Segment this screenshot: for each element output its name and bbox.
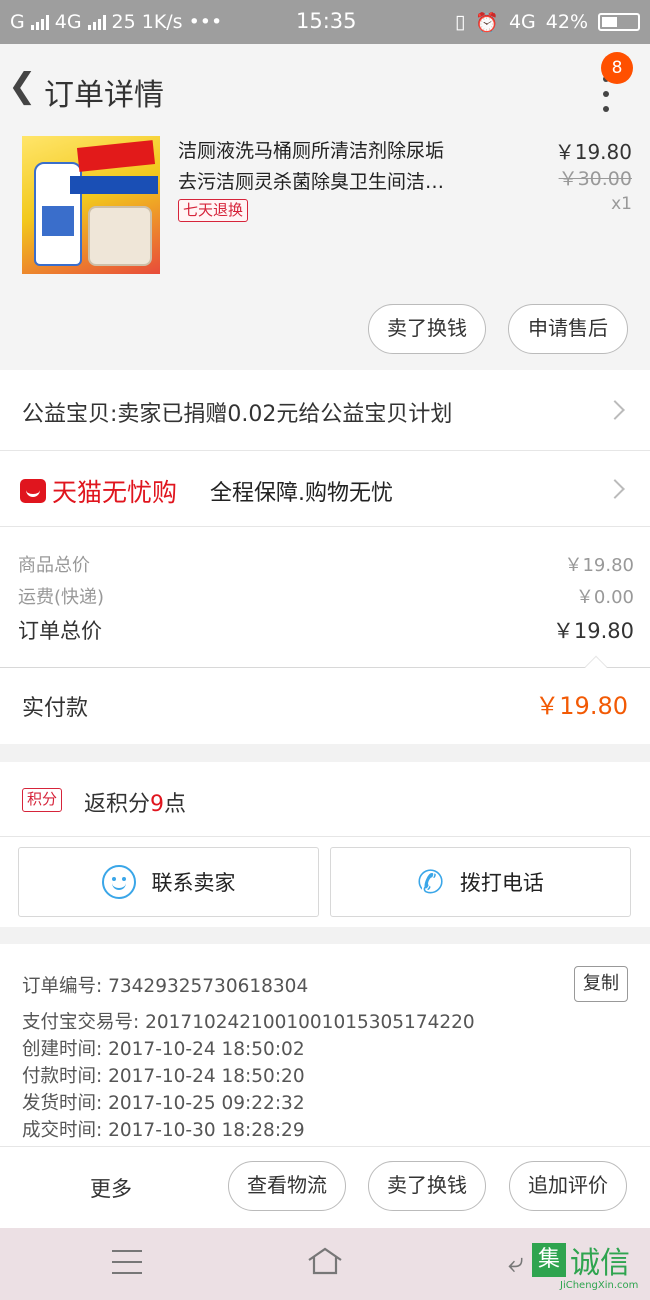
product-image[interactable] — [22, 136, 160, 274]
tmall-logo: 天猫无忧购 — [20, 473, 177, 509]
shipping-value: ￥0.00 — [575, 587, 634, 608]
after-sale-button[interactable]: 申请售后 — [508, 304, 628, 354]
actual-payment-value: ￥19.80 — [535, 692, 628, 720]
speed-label: 25 — [111, 11, 136, 33]
created-time: 创建时间: 2017-10-24 18:50:02 — [22, 1039, 305, 1060]
order-info: 订单编号: 73429325730618304 复制 支付宝交易号: 20171… — [0, 944, 650, 1146]
phone-icon: ✆ — [417, 863, 444, 901]
network-label: 4G — [54, 11, 82, 33]
status-bar: G 4G 25 1K/s ••• 15:35 ▯ ⏰ 4G 42% — [0, 0, 650, 44]
charity-text: 公益宝贝:卖家已捐赠0.02元给公益宝贝计划 — [22, 402, 453, 427]
product-quantity: x1 — [611, 194, 632, 214]
home-icon[interactable] — [306, 1246, 344, 1276]
points-badge: 积分 — [22, 788, 63, 812]
back-icon[interactable]: ❮ — [8, 66, 37, 106]
network-label-2: 4G — [508, 11, 536, 33]
goods-total-label: 商品总价 — [18, 555, 90, 576]
charity-row[interactable]: 公益宝贝:卖家已捐赠0.02元给公益宝贝计划 — [0, 370, 650, 450]
tmall-guarantee-row[interactable]: 天猫无忧购 全程保障.购物无忧 — [0, 451, 650, 526]
clock: 15:35 — [296, 9, 357, 33]
contact-row: 联系卖家 ✆ 拨打电话 — [0, 837, 650, 927]
shipping-label: 运费(快递) — [18, 587, 105, 608]
return-policy-badge: 七天退换 — [178, 199, 249, 222]
add-review-button[interactable]: 追加评价 — [509, 1161, 627, 1211]
resell-button-bottom[interactable]: 卖了换钱 — [368, 1161, 486, 1211]
chevron-right-icon — [605, 400, 625, 420]
more-status-icon: ••• — [188, 11, 223, 33]
tmall-icon — [20, 479, 46, 503]
product-original-price: ￥30.00 — [558, 168, 632, 190]
watermark-url: JiChengXin.com — [560, 1280, 639, 1291]
notification-badge: 8 — [601, 52, 633, 84]
bottom-action-bar: 更多 查看物流 卖了换钱 追加评价 — [0, 1146, 650, 1228]
signal-icon — [30, 14, 49, 30]
actual-payment-row: 实付款 ￥19.80 — [0, 655, 650, 744]
product-card[interactable]: 洁厕液洗马桶厕所清洁剂除尿垢 去污洁厕灵杀菌除臭卫生间洁… 七天退换 ￥19.8… — [0, 132, 650, 370]
battery-icon — [598, 13, 640, 31]
carrier-label: G — [10, 11, 25, 33]
signal-icon-2 — [87, 14, 106, 30]
points-row: 积分 返积分9点 — [0, 762, 650, 836]
points-text: 返积分9点 — [84, 792, 187, 817]
completed-time: 成交时间: 2017-10-30 18:28:29 — [22, 1120, 305, 1141]
chat-icon — [101, 865, 136, 899]
product-name[interactable]: 洁厕液洗马桶厕所清洁剂除尿垢 去污洁厕灵杀菌除臭卫生间洁… — [178, 136, 508, 198]
menu-icon[interactable] — [112, 1250, 142, 1274]
call-button[interactable]: ✆ 拨打电话 — [330, 847, 631, 917]
product-price: ￥19.80 — [554, 140, 632, 164]
page-title: 订单详情 — [44, 78, 164, 113]
goods-total-value: ￥19.80 — [564, 555, 634, 576]
shipped-time: 发货时间: 2017-10-25 09:22:32 — [22, 1093, 305, 1114]
battery-percent: 42% — [545, 11, 588, 33]
chevron-right-icon — [605, 479, 625, 499]
tmall-slogan: 全程保障.购物无忧 — [210, 481, 393, 506]
resell-button[interactable]: 卖了换钱 — [368, 304, 486, 354]
vibrate-icon: ▯ — [454, 11, 466, 33]
price-summary: 商品总价 ￥19.80 运费(快递) ￥0.00 订单总价 ￥19.80 — [0, 527, 650, 667]
copy-button[interactable]: 复制 — [574, 966, 628, 1002]
alarm-icon: ⏰ — [475, 11, 499, 34]
rate-label: 1K/s — [141, 11, 183, 33]
order-total-label: 订单总价 — [18, 619, 102, 643]
paid-time: 付款时间: 2017-10-24 18:50:20 — [22, 1066, 305, 1087]
order-number: 订单编号: 73429325730618304 — [22, 976, 309, 997]
nav-back-icon[interactable]: ⤶ — [508, 1246, 524, 1280]
system-nav-bar: ⤶ 集 诚信 JiChengXin.com — [0, 1228, 650, 1300]
alipay-trade-number: 支付宝交易号: 2017102421001001015305174220 — [22, 1012, 475, 1033]
actual-payment-label: 实付款 — [22, 696, 89, 721]
header: ❮ 订单详情 8 — [0, 44, 650, 132]
contact-seller-button[interactable]: 联系卖家 — [18, 847, 319, 917]
watermark-logo: 集 诚信 — [532, 1238, 630, 1282]
more-button[interactable]: 更多 — [90, 1173, 132, 1203]
view-logistics-button[interactable]: 查看物流 — [228, 1161, 346, 1211]
order-total-value: ￥19.80 — [552, 619, 634, 643]
